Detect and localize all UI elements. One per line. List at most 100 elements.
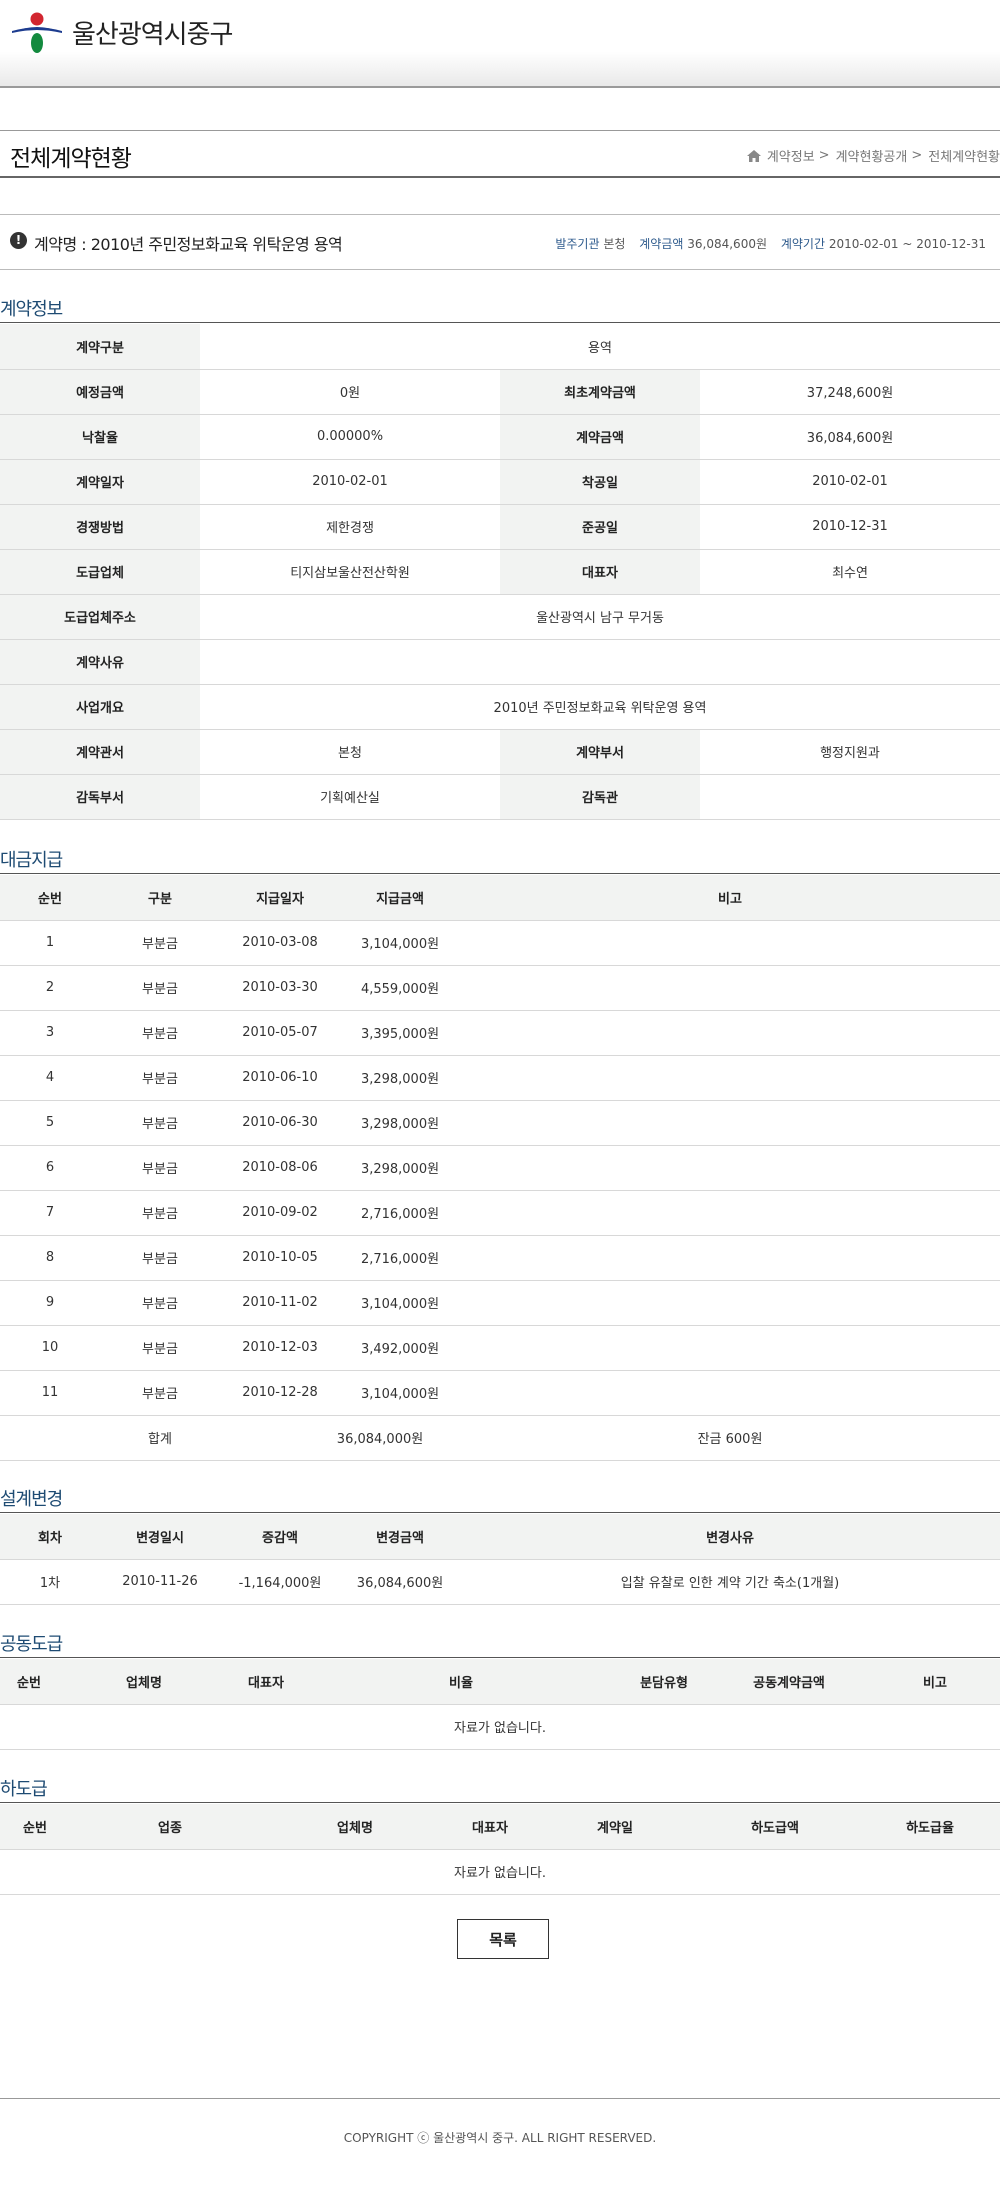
payment-no: 6 <box>0 1145 100 1191</box>
column-header: 변경일시 <box>100 1514 220 1560</box>
payment-note <box>460 1235 1000 1281</box>
contractor-address-value: 울산광역시 남구 무거동 <box>200 594 1000 640</box>
column-header: 비율 <box>302 1659 620 1705</box>
payment-type: 부분금 <box>100 1325 220 1371</box>
project-overview-value: 2010년 주민정보화교육 위탁운영 용역 <box>200 684 1000 730</box>
payment-type: 부분금 <box>100 1190 220 1236</box>
payment-type: 부분금 <box>100 1055 220 1101</box>
payment-type: 부분금 <box>100 1145 220 1191</box>
table-row: 감독부서 기획예산실 감독관 <box>0 774 1000 820</box>
section-heading-contract-info: 계약정보 <box>0 299 1000 323</box>
period-value: 2010-02-01 ~ 2010-12-31 <box>828 237 986 251</box>
table-row: 10 부분금 2010-12-03 3,492,000원 <box>0 1325 1000 1371</box>
table-row: 경쟁방법 제한경쟁 준공일 2010-12-31 <box>0 504 1000 550</box>
org-value: 본청 <box>603 237 626 251</box>
home-icon[interactable] <box>746 149 761 162</box>
table-row: 계약일자 2010-02-01 착공일 2010-02-01 <box>0 459 1000 505</box>
list-button[interactable]: 목록 <box>457 1919 549 1959</box>
table-row: 도급업체주소 울산광역시 남구 무거동 <box>0 594 1000 640</box>
payment-date: 2010-03-08 <box>220 920 340 966</box>
supervisor-value <box>700 774 1000 820</box>
site-logo[interactable]: 울산광역시중구 <box>10 10 233 54</box>
contract-type-value: 용역 <box>200 324 1000 370</box>
payment-amount: 3,104,000원 <box>340 1370 460 1416</box>
payment-no: 11 <box>0 1370 100 1416</box>
table-row: 1 부분금 2010-03-08 3,104,000원 <box>0 920 1000 966</box>
section-heading-subcontract: 하도급 <box>0 1779 1000 1803</box>
column-header: 대표자 <box>230 1659 302 1705</box>
column-header: 순번 <box>0 1659 58 1705</box>
column-header: 변경금액 <box>340 1514 460 1560</box>
table-row: 6 부분금 2010-08-06 3,298,000원 <box>0 1145 1000 1191</box>
payment-note <box>460 1010 1000 1056</box>
column-header: 순번 <box>0 875 100 921</box>
section-title: 공동도급 <box>0 1634 63 1655</box>
payment-type: 부분금 <box>100 1370 220 1416</box>
contract-office-value: 본청 <box>200 729 500 775</box>
payment-type: 부분금 <box>100 1280 220 1326</box>
info-icon: ! <box>10 232 27 249</box>
payment-date: 2010-08-06 <box>220 1145 340 1191</box>
table-row: 7 부분금 2010-09-02 2,716,000원 <box>0 1190 1000 1236</box>
logo-text: 울산광역시중구 <box>72 19 233 50</box>
contract-summary: ! 계약명 : 2010년 주민정보화교육 위탁운영 용역 발주기관 본청 계약… <box>0 214 1000 270</box>
table-row: 3 부분금 2010-05-07 3,395,000원 <box>0 1010 1000 1056</box>
payment-date: 2010-06-10 <box>220 1055 340 1101</box>
column-header: 변경사유 <box>460 1514 1000 1560</box>
site-footer: COPYRIGHT ⓒ 울산광역시 중구. ALL RIGHT RESERVED… <box>0 2098 1000 2200</box>
payment-note <box>460 1100 1000 1146</box>
breadcrumb-separator: > <box>911 148 923 163</box>
payment-note <box>460 1055 1000 1101</box>
contract-info-table: 계약구분 용역 예정금액 0원 최초계약금액 37,248,600원 낙찰율 0… <box>0 324 1000 820</box>
column-header: 순번 <box>0 1804 70 1850</box>
contract-reason-value <box>200 639 1000 685</box>
contract-department-label: 계약부서 <box>500 729 700 775</box>
payment-amount: 3,298,000원 <box>340 1145 460 1191</box>
payment-type: 부분금 <box>100 1010 220 1056</box>
start-date-value: 2010-02-01 <box>700 459 1000 505</box>
section-title: 계약정보 <box>0 299 63 320</box>
contract-amount-label: 계약금액 <box>500 414 700 460</box>
estimated-amount-value: 0원 <box>200 369 500 415</box>
contract-reason-label: 계약사유 <box>0 639 200 685</box>
representative-value: 최수연 <box>700 549 1000 595</box>
payment-amount: 3,104,000원 <box>340 920 460 966</box>
empty-message: 자료가 없습니다. <box>0 1704 1000 1750</box>
start-date-label: 착공일 <box>500 459 700 505</box>
payment-note <box>460 965 1000 1011</box>
change-delta: -1,164,000원 <box>220 1559 340 1605</box>
change-reason: 입찰 유찰로 인한 계약 기간 축소(1개월) <box>460 1559 1000 1605</box>
breadcrumb-item-contract-status[interactable]: 계약현황공개 <box>836 146 908 165</box>
column-header: 지급금액 <box>340 875 460 921</box>
supervising-department-label: 감독부서 <box>0 774 200 820</box>
payment-type: 부분금 <box>100 1100 220 1146</box>
empty-row: 자료가 없습니다. <box>0 1849 1000 1895</box>
contract-meta: 발주기관 본청 계약금액 36,084,600원 계약기간 2010-02-01… <box>545 235 986 252</box>
total-note: 잔금 600원 <box>460 1415 1000 1461</box>
column-header: 비고 <box>870 1659 1000 1705</box>
table-row: 도급업체 티지삼보울산전산학원 대표자 최수연 <box>0 549 1000 595</box>
supervisor-label: 감독관 <box>500 774 700 820</box>
breadcrumb: 계약정보 > 계약현황공개 > 전체계약현황 <box>746 146 1000 165</box>
section-title: 대금지급 <box>0 850 63 871</box>
subcontract-table: 순번 업종 업체명 대표자 계약일 하도급액 하도급율 자료가 없습니다. <box>0 1804 1000 1895</box>
page-title-bar: 전체계약현황 계약정보 > 계약현황공개 > 전체계약현황 <box>0 130 1000 178</box>
contract-date-label: 계약일자 <box>0 459 200 505</box>
payment-no: 7 <box>0 1190 100 1236</box>
table-row: 계약관서 본청 계약부서 행정지원과 <box>0 729 1000 775</box>
payment-type: 부분금 <box>100 920 220 966</box>
representative-label: 대표자 <box>500 549 700 595</box>
payment-date: 2010-12-03 <box>220 1325 340 1371</box>
breadcrumb-item-contract-info[interactable]: 계약정보 <box>767 146 815 165</box>
payment-no: 8 <box>0 1235 100 1281</box>
column-header: 하도급율 <box>860 1804 1000 1850</box>
payment-no: 3 <box>0 1010 100 1056</box>
breadcrumb-separator: > <box>818 148 830 163</box>
column-header: 비고 <box>460 875 1000 921</box>
table-row: 1차 2010-11-26 -1,164,000원 36,084,600원 입찰… <box>0 1559 1000 1605</box>
end-date-label: 준공일 <box>500 504 700 550</box>
project-overview-label: 사업개요 <box>0 684 200 730</box>
design-changes-table: 회차 변경일시 증감액 변경금액 변경사유 1차 2010-11-26 -1,1… <box>0 1514 1000 1605</box>
page-title: 전체계약현황 <box>10 146 132 172</box>
table-header-row: 순번 구분 지급일자 지급금액 비고 <box>0 875 1000 921</box>
